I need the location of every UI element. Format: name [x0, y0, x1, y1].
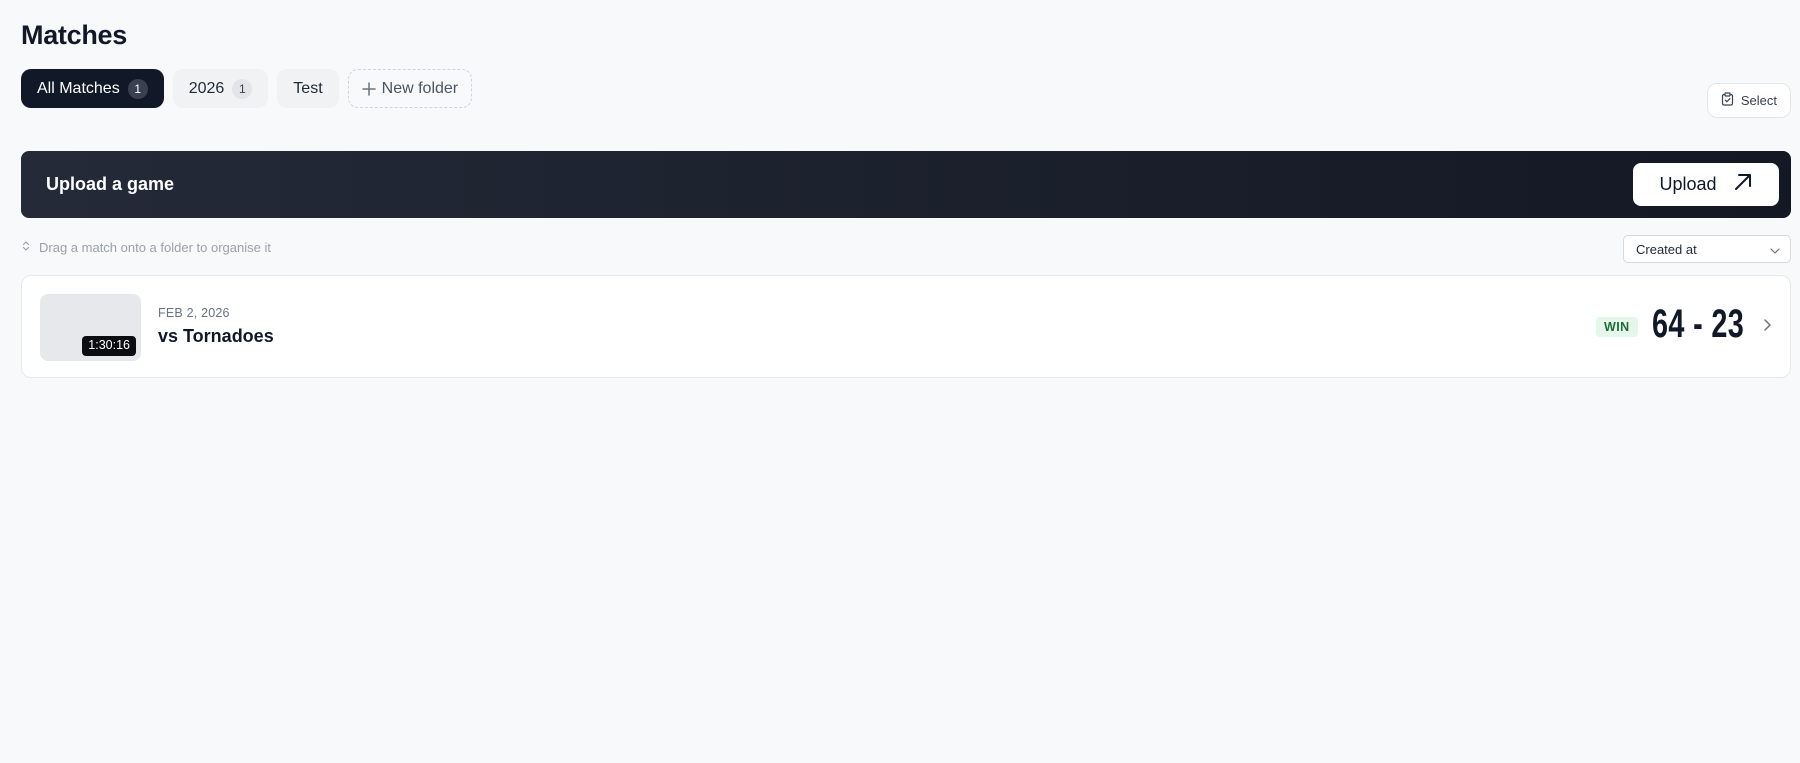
plus-icon — [361, 81, 376, 96]
chevron-down-icon — [1770, 242, 1780, 257]
folder-tab-label: 2026 — [188, 79, 225, 97]
folder-tab-label: Test — [293, 79, 323, 97]
new-folder-button[interactable]: New folder — [347, 69, 473, 108]
folder-tabs: All Matches 1 2026 1 Test New folder — [21, 69, 473, 108]
folder-tab-count: 1 — [232, 78, 253, 99]
folder-tab-test[interactable]: Test — [277, 69, 339, 108]
result-badge: WIN — [1596, 317, 1638, 337]
match-date: FEB 2, 2026 — [158, 306, 230, 320]
match-card[interactable]: 1:30:16 FEB 2, 2026 vs Tornadoes WIN 64 … — [21, 275, 1791, 378]
upload-button[interactable]: Upload — [1633, 163, 1779, 206]
arrow-up-right-icon — [1733, 172, 1753, 197]
match-opponent: vs Tornadoes — [158, 326, 274, 346]
sort-select[interactable]: Created at — [1623, 235, 1791, 263]
drag-hint: Drag a match onto a folder to organise i… — [22, 240, 271, 255]
select-button[interactable]: Select — [1706, 83, 1791, 118]
chevron-right-icon[interactable] — [1763, 318, 1772, 337]
page-title: Matches — [21, 20, 127, 50]
upload-button-label: Upload — [1659, 174, 1717, 194]
new-folder-label: New folder — [381, 79, 459, 97]
match-thumbnail: 1:30:16 — [40, 294, 141, 361]
match-duration: 1:30:16 — [82, 336, 136, 356]
folder-tab-all-matches[interactable]: All Matches 1 — [21, 69, 164, 108]
upload-banner-title: Upload a game — [46, 174, 175, 194]
matches-page: Matches All Matches 1 2026 1 Test New fo… — [0, 0, 1800, 763]
match-score: 64 - 23 — [1652, 302, 1745, 346]
clipboard-check-icon — [1721, 92, 1734, 109]
folder-tab-label: All Matches — [37, 79, 120, 97]
upload-banner: Upload a game Upload — [21, 151, 1791, 218]
select-label: Select — [1740, 93, 1777, 108]
drag-handle-icon — [22, 240, 30, 255]
sort-select-value: Created at — [1636, 241, 1697, 257]
drag-hint-text: Drag a match onto a folder to organise i… — [39, 240, 271, 255]
folder-tab-2026[interactable]: 2026 1 — [172, 69, 269, 108]
folder-tab-count: 1 — [127, 78, 148, 99]
